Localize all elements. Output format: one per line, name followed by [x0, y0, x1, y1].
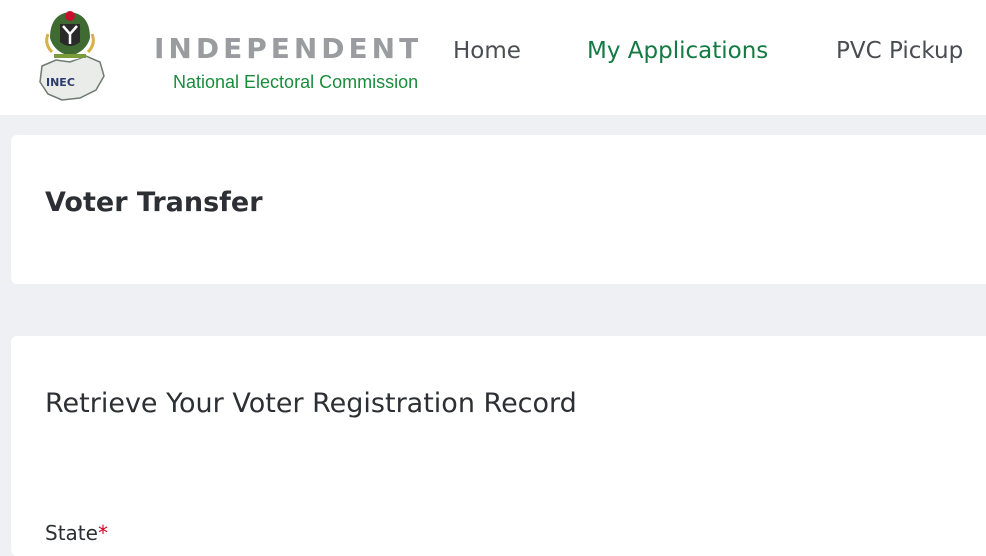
nav-my-applications[interactable]: My Applications: [587, 38, 768, 64]
required-asterisk: *: [97, 521, 108, 545]
page-title-card: Voter Transfer: [11, 135, 986, 284]
svg-text:INEC: INEC: [46, 76, 75, 89]
nav-pvc-pickup[interactable]: PVC Pickup: [836, 38, 963, 64]
state-label-text: State: [45, 521, 98, 545]
brand-name: INDEPENDENT: [154, 32, 423, 65]
page-title: Voter Transfer: [45, 187, 263, 218]
top-header: INEC INDEPENDENT National Electoral Comm…: [0, 0, 986, 115]
inec-emblem-icon: INEC: [39, 8, 105, 101]
nav-home[interactable]: Home: [453, 38, 521, 64]
inec-logo[interactable]: INEC INDEPENDENT National Electoral Comm…: [36, 4, 418, 104]
section-title: Retrieve Your Voter Registration Record: [45, 388, 577, 419]
state-field-label: State*: [45, 521, 108, 545]
brand-subtitle: National Electoral Commission: [173, 72, 419, 92]
retrieve-record-card: Retrieve Your Voter Registration Record …: [11, 336, 986, 556]
